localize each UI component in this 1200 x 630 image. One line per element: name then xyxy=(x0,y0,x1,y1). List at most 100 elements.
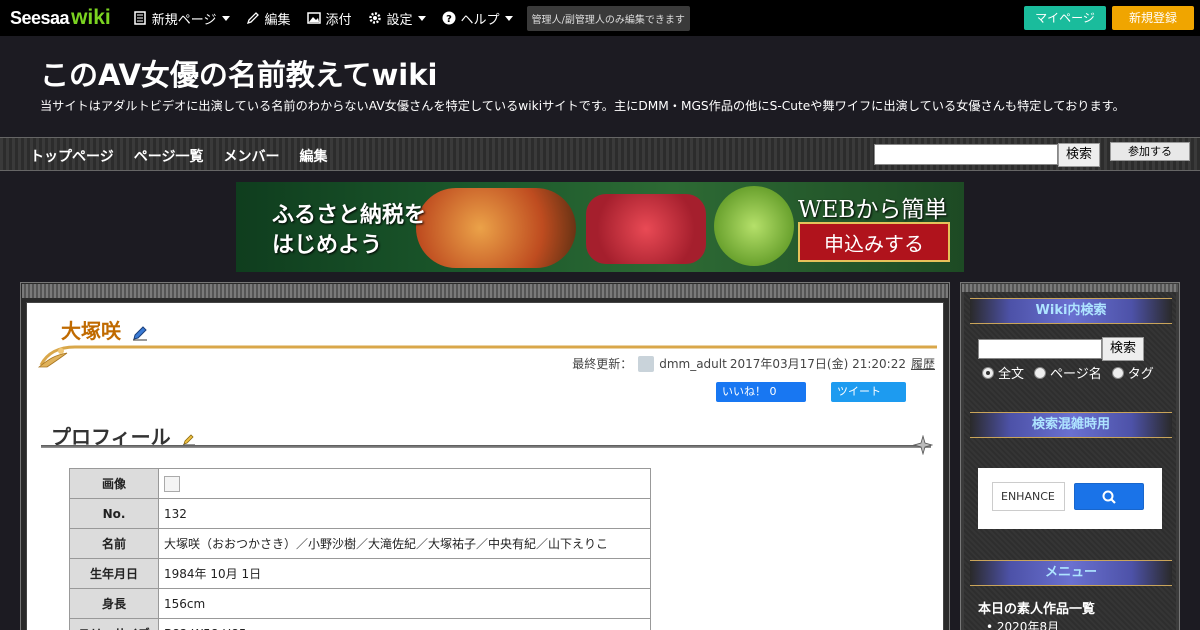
site-description: 当サイトはアダルトビデオに出演している名前のわからないAV女優さんを特定している… xyxy=(40,99,1125,113)
profile-value: 156cm xyxy=(158,588,651,619)
facebook-like-button[interactable]: いいね！ 0 xyxy=(716,382,806,402)
profile-key: 身長 xyxy=(69,588,159,619)
new-page-label: 新規ページ xyxy=(151,12,217,28)
radio-unchecked xyxy=(1111,366,1124,379)
section-divider xyxy=(41,445,931,448)
bullet-icon: • xyxy=(986,620,997,630)
top-bar: Seesaa wiki 新規ページ 編集 添付 設定 ? ヘルプ 管理人/副管理… xyxy=(0,0,1200,36)
banner-grape-image xyxy=(714,186,794,266)
search-icon xyxy=(1102,490,1116,504)
sidebar-search-input[interactable] xyxy=(978,339,1102,359)
twitter-tweet-label: ツイート xyxy=(837,385,881,398)
profile-key: スリーサイズ xyxy=(69,618,159,630)
settings-menu[interactable]: 設定 xyxy=(368,9,426,28)
table-row: 画像 xyxy=(69,468,651,499)
radio-unchecked xyxy=(1034,366,1047,379)
profile-value xyxy=(158,468,651,499)
mypage-button[interactable]: マイページ xyxy=(1024,6,1106,30)
document-icon xyxy=(134,11,146,25)
profile-value: 大塚咲（おおつかさき）／小野沙樹／大滝佐紀／大塚祐子／中央有紀／山下えりこ xyxy=(158,528,651,559)
user-avatar xyxy=(638,355,655,372)
menu-sub-label: 2020年8月 xyxy=(996,620,1060,630)
gear-icon xyxy=(368,12,381,24)
custom-search-input[interactable]: ENHANCE xyxy=(992,482,1065,511)
attach-menu[interactable]: 添付 xyxy=(306,9,352,28)
signup-button[interactable]: 新規登録 xyxy=(1112,6,1194,30)
ad-banner[interactable]: ふるさと納税を はじめよう WEBから簡単 申込みする xyxy=(236,182,964,272)
search-scope-tag[interactable]: タグ xyxy=(1111,363,1154,382)
image-icon xyxy=(306,12,321,24)
broken-image-icon xyxy=(164,475,180,492)
table-row: 生年月日 1984年 10月 1日 xyxy=(69,558,651,589)
logo-seesaa-text: Seesaa xyxy=(10,8,70,28)
radio-label: ページ名 xyxy=(1050,367,1102,382)
banner-headline: ふるさと納税を はじめよう xyxy=(272,200,426,260)
main-content: 大塚咲 最終更新： dmm_adult 2017年03月17日(金) 21:20… xyxy=(26,302,944,630)
twitter-tweet-button[interactable]: ツイート xyxy=(831,382,906,402)
search-scope-pagename[interactable]: ページ名 xyxy=(1034,363,1102,382)
sidebar-trend-heading: 検索混雑時用 xyxy=(970,412,1172,438)
custom-search-button[interactable] xyxy=(1074,483,1144,510)
join-button[interactable]: 参加する xyxy=(1110,142,1190,161)
chevron-down-icon xyxy=(221,15,230,21)
header-search-input[interactable] xyxy=(874,144,1058,165)
divider-ornament xyxy=(913,435,933,455)
edit-icon xyxy=(246,12,259,25)
updated-user[interactable]: dmm_adult xyxy=(659,357,727,371)
svg-text:?: ? xyxy=(446,14,452,25)
help-label: ヘルプ xyxy=(460,12,500,28)
global-nav: トップページ ページ一覧 メンバー 編集 検索 参加する xyxy=(0,137,1200,171)
profile-value: 132 xyxy=(158,498,651,529)
radio-label: 全文 xyxy=(998,367,1025,382)
profile-key: 画像 xyxy=(69,468,159,499)
profile-key: 生年月日 xyxy=(69,558,159,589)
help-menu[interactable]: ? ヘルプ xyxy=(442,9,513,28)
sidebar-stripe xyxy=(962,284,1178,292)
new-page-menu[interactable]: 新規ページ xyxy=(133,9,230,28)
radio-label: タグ xyxy=(1127,367,1154,382)
menu-amateur-list: 本日の素人作品一覧 xyxy=(978,602,1096,617)
nav-page-list[interactable]: ページ一覧 xyxy=(134,146,204,166)
admin-only-note: 管理人/副管理人のみ編集できます xyxy=(526,5,690,31)
help-icon: ? xyxy=(442,11,456,25)
banner-tuna-image xyxy=(586,194,706,264)
banner-headline-line2: はじめよう xyxy=(272,232,383,258)
profile-value: 1984年 10月 1日 xyxy=(158,558,651,589)
custom-search-box: ENHANCE xyxy=(978,468,1162,529)
nav-members[interactable]: メンバー xyxy=(223,146,279,166)
header-search-button[interactable]: 検索 xyxy=(1058,143,1100,167)
edit-menu[interactable]: 編集 xyxy=(246,9,291,28)
banner-cta-button[interactable]: 申込みする xyxy=(798,222,950,262)
updated-label: 最終更新： xyxy=(572,357,633,371)
history-link[interactable]: 履歴 xyxy=(911,355,935,372)
profile-table: 画像 No. 132 名前 大塚咲（おおつかさき）／小野沙樹／大滝佐紀／大塚祐子… xyxy=(69,468,651,630)
main-frame-stripe xyxy=(22,284,948,298)
table-row: スリーサイズ B82 W58 H85 xyxy=(69,618,651,630)
chevron-down-icon xyxy=(504,15,513,21)
updated-time: 2017年03月17日(金) 21:20:22 xyxy=(729,357,906,371)
seesaa-wiki-logo[interactable]: Seesaa wiki xyxy=(10,6,111,30)
sidebar-search-button[interactable]: 検索 xyxy=(1102,337,1144,361)
search-scope-options: 全文 ページ名 タグ xyxy=(982,363,1164,382)
table-row: No. 132 xyxy=(69,498,651,529)
menu-sub-item[interactable]: • 2020年8月 xyxy=(986,618,1059,630)
settings-label: 設定 xyxy=(386,12,413,28)
chevron-down-icon xyxy=(417,15,426,21)
edit-label: 編集 xyxy=(264,12,291,28)
profile-key: No. xyxy=(69,498,159,529)
radio-checked xyxy=(982,366,994,379)
global-nav-links: トップページ ページ一覧 メンバー 編集 xyxy=(30,146,347,166)
banner-crab-image xyxy=(416,188,576,268)
table-row: 名前 大塚咲（おおつかさき）／小野沙樹／大滝佐紀／大塚祐子／中央有紀／山下えりこ xyxy=(69,528,651,559)
search-scope-fulltext[interactable]: 全文 xyxy=(982,363,1024,382)
sidebar-search-heading: Wiki内検索 xyxy=(970,298,1172,324)
table-row: 身長 156cm xyxy=(69,588,651,619)
section-edit-icon[interactable] xyxy=(182,432,196,446)
attach-label: 添付 xyxy=(325,12,352,28)
nav-edit[interactable]: 編集 xyxy=(299,146,327,166)
profile-value: B82 W58 H85 xyxy=(158,618,651,630)
sidebar-menu-heading: メニュー xyxy=(970,560,1172,586)
nav-top-page[interactable]: トップページ xyxy=(30,146,114,166)
site-title[interactable]: このAV女優の名前教えてwiki xyxy=(40,52,437,94)
banner-headline-line1: ふるさと納税を xyxy=(272,202,427,228)
